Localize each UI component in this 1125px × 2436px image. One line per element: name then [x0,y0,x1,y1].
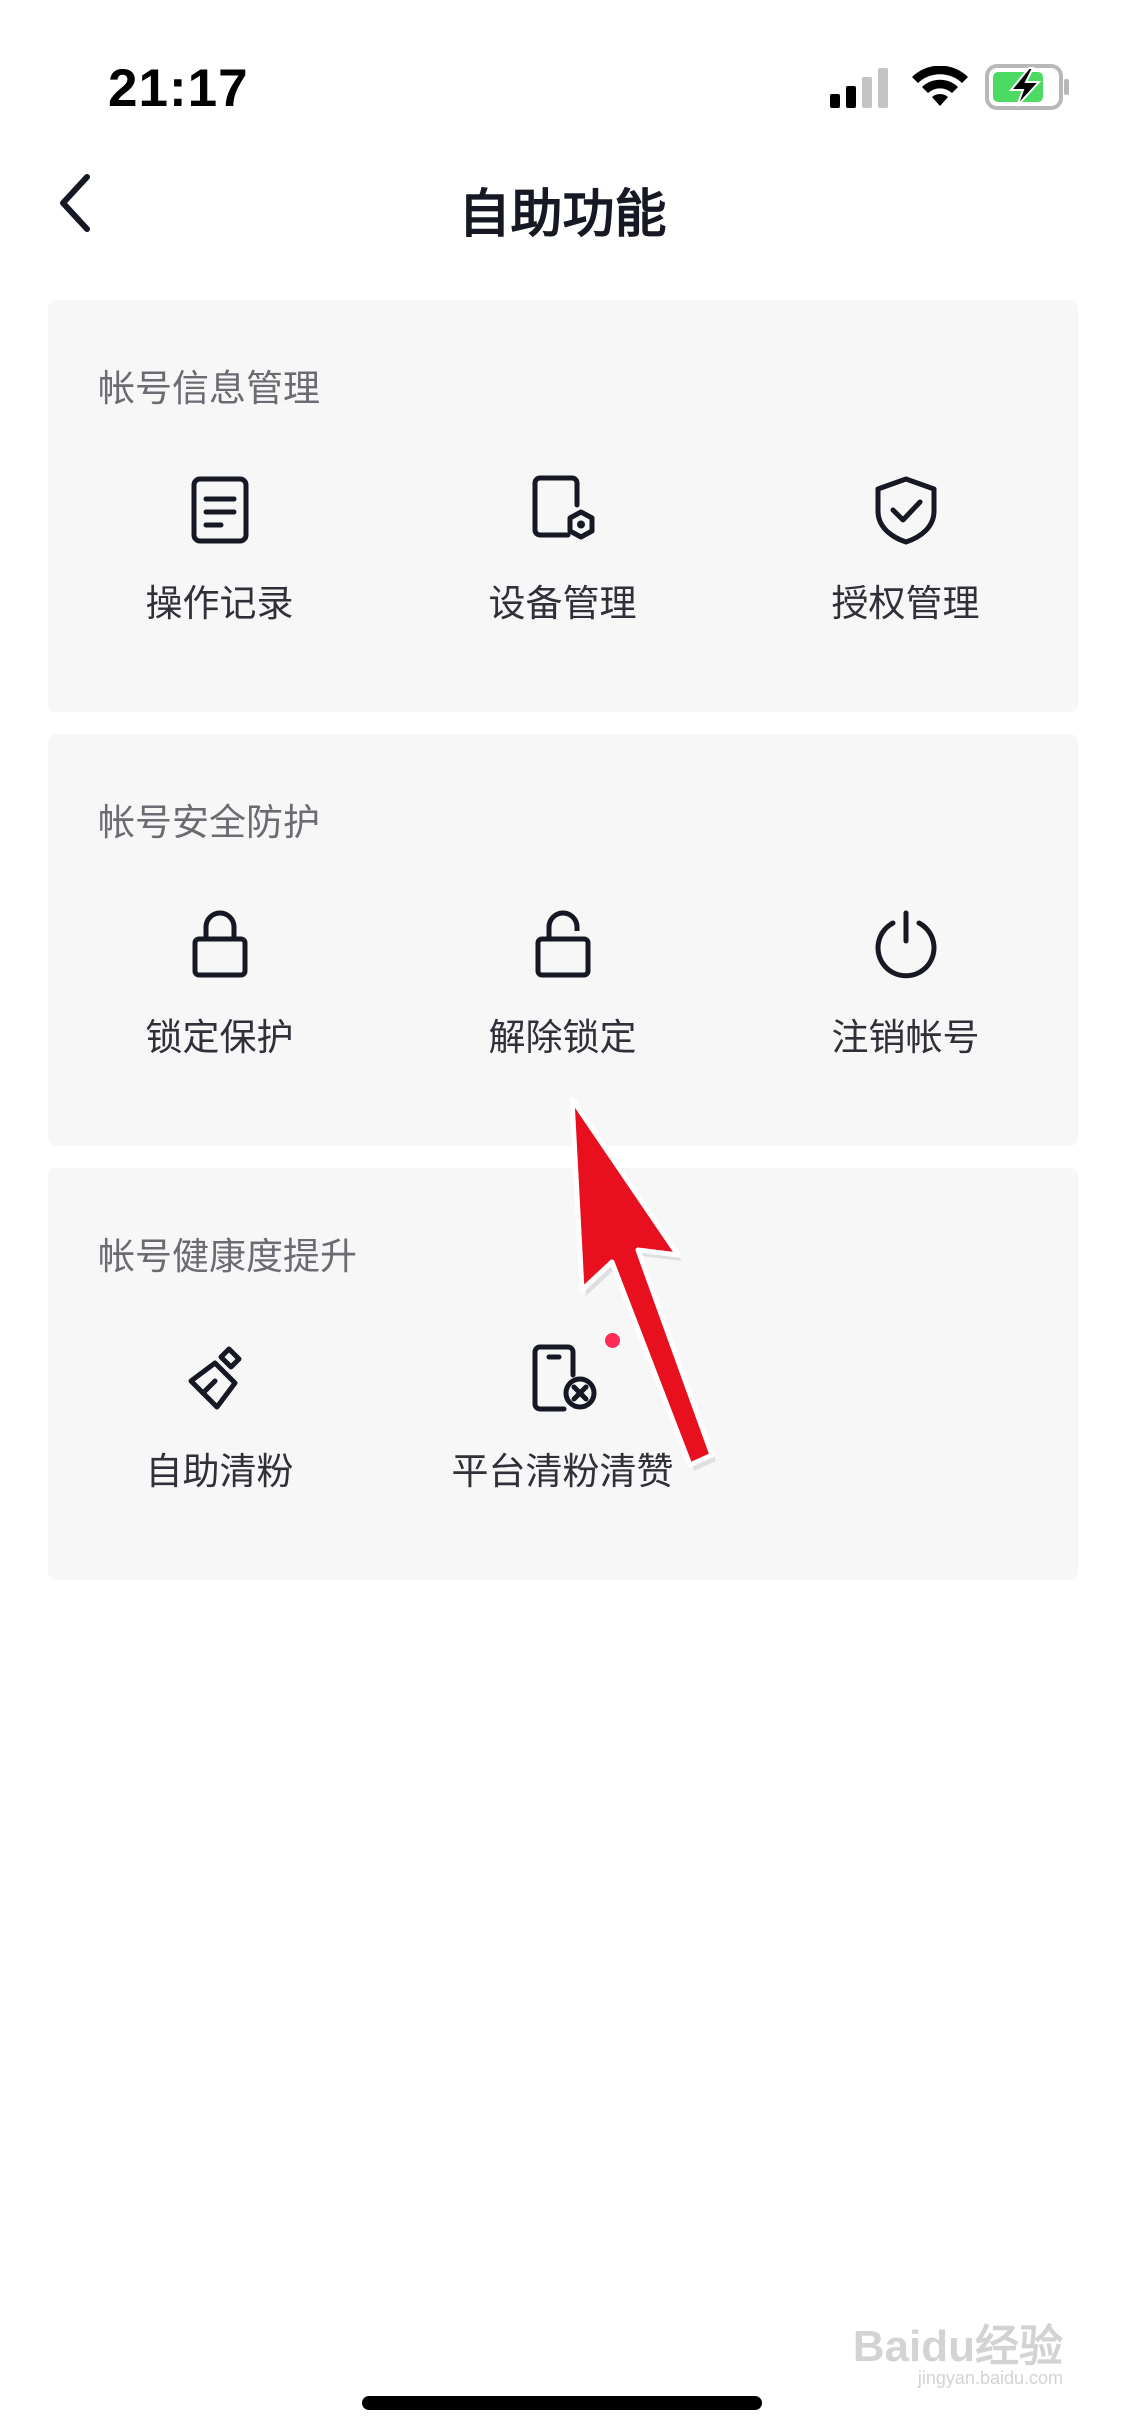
item-operation-log[interactable]: 操作记录 [48,475,391,675]
lock-icon [192,910,247,978]
item-authorization-management[interactable]: 授权管理 [734,475,1077,675]
status-bar: 21:17 [0,0,1125,150]
unlock-icon [535,910,590,978]
section-title: 帐号信息管理 [98,367,320,410]
section-account-security: 帐号安全防护 锁定保护 解除锁定 注销帐号 [48,734,1078,1146]
cellular-signal-icon [830,68,888,108]
item-label: 平台清粉清赞 [451,1450,674,1493]
section-items: 操作记录 设备管理 授权管理 [48,475,1078,675]
item-device-management[interactable]: 设备管理 [391,475,734,675]
item-label: 注销帐号 [831,1016,980,1059]
section-title: 帐号安全防护 [98,801,320,844]
section-items: 锁定保护 解除锁定 注销帐号 [48,909,1078,1109]
battery-charging-icon [985,64,1069,110]
item-label: 操作记录 [145,582,294,625]
phone-remove-icon-wrap [528,1333,620,1413]
status-time: 21:17 [108,59,249,118]
section-account-health: 帐号健康度提升 自助清粉 平台清粉清赞 [48,1168,1078,1580]
item-label: 设备管理 [488,582,637,625]
nav-bar: 自助功能 [0,150,1125,260]
section-title: 帐号健康度提升 [98,1235,357,1278]
document-icon [191,476,248,544]
item-label: 锁定保护 [145,1016,294,1059]
phone-remove-icon [532,1344,596,1412]
section-account-info: 帐号信息管理 操作记录 设备管理 授权管理 [48,300,1078,712]
baidu-watermark: Baidu经验 jingyan.baidu.com [852,2302,1063,2388]
shield-check-icon [875,476,936,545]
item-platform-remove-fans-likes[interactable]: 平台清粉清赞 [391,1333,734,1543]
watermark-sub: jingyan.baidu.com [917,2368,1063,2388]
power-icon [875,910,936,979]
page: 21:17 自助功能 帐号信息管理 操作记录 设备管理 授权管理 帐号安全防护 … [0,0,1125,2436]
item-self-remove-fans[interactable]: 自助清粉 [48,1343,391,1543]
item-lock-protection[interactable]: 锁定保护 [48,909,391,1109]
watermark-text: Baidu经验 [852,2322,1063,2371]
item-label: 解除锁定 [488,1016,637,1059]
item-unlock[interactable]: 解除锁定 [391,909,734,1109]
item-label: 授权管理 [831,582,980,625]
home-indicator[interactable] [362,2396,762,2410]
page-title: 自助功能 [458,185,667,245]
wifi-icon [912,66,968,106]
broom-icon [188,1346,241,1410]
section-items: 自助清粉 平台清粉清赞 [48,1333,1078,1543]
device-settings-icon [532,475,594,540]
notification-dot [604,1333,620,1348]
item-deactivate-account[interactable]: 注销帐号 [734,909,1077,1109]
status-icons [830,64,1070,114]
item-label: 自助清粉 [145,1450,294,1493]
